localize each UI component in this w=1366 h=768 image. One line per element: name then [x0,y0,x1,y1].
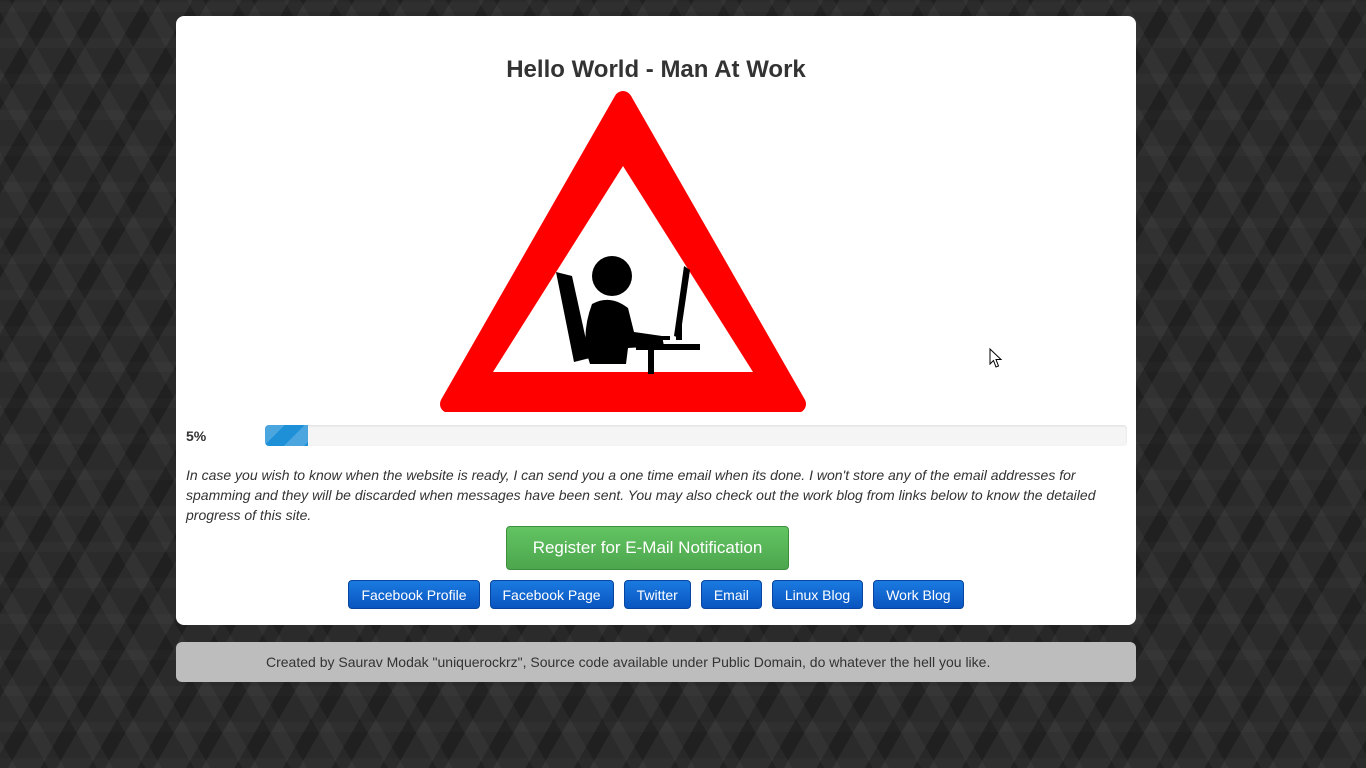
work-blog-button[interactable]: Work Blog [873,580,964,609]
mouse-cursor-icon [989,348,1003,368]
facebook-page-button[interactable]: Facebook Page [489,580,614,609]
twitter-button[interactable]: Twitter [623,580,691,609]
progress-bar [265,425,1127,446]
footer: Created by Saurav Modak "uniquerockrz", … [176,642,1136,682]
main-card: Hello World - Man At Work 5% In case you… [176,16,1136,625]
facebook-profile-button[interactable]: Facebook Profile [348,580,480,609]
footer-text: Created by Saurav Modak "uniquerockrz", … [266,654,991,670]
progress-bar-fill [265,425,309,446]
social-links: Facebook Profile Facebook Page Twitter Emai… [176,580,1136,609]
register-email-button[interactable]: Register for E-Mail Notification [506,526,789,570]
notification-note: In case you wish to know when the websit… [186,467,1096,523]
progress-percent: 5% [186,428,207,444]
linux-blog-button[interactable]: Linux Blog [771,580,864,609]
email-button[interactable]: Email [700,580,762,609]
page-title: Hello World - Man At Work [506,56,806,83]
man-at-work-icon [440,91,806,412]
